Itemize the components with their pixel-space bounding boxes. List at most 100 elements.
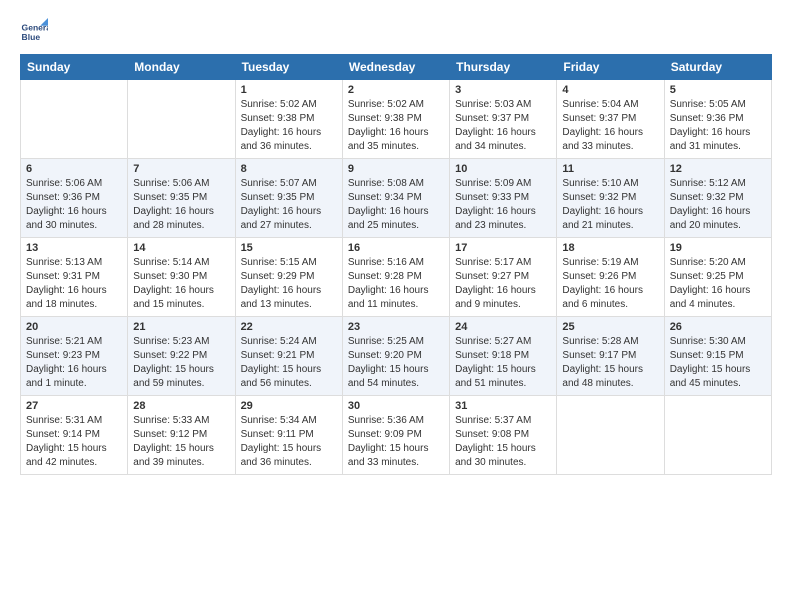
day-info: Sunrise: 5:34 AM Sunset: 9:11 PM Dayligh…: [241, 414, 337, 470]
day-number: 20: [26, 321, 122, 333]
week-row-4: 20 Sunrise: 5:21 AM Sunset: 9:23 PM Dayli…: [21, 317, 772, 396]
day-info: Sunrise: 5:28 AM Sunset: 9:17 PM Dayligh…: [562, 335, 658, 391]
day-info: Sunrise: 5:06 AM Sunset: 9:35 PM Dayligh…: [133, 177, 229, 233]
day-info: Sunrise: 5:03 AM Sunset: 9:37 PM Dayligh…: [455, 98, 551, 154]
col-header-monday: Monday: [128, 55, 235, 80]
day-number: 13: [26, 242, 122, 254]
day-number: 23: [348, 321, 444, 333]
day-info: Sunrise: 5:20 AM Sunset: 9:25 PM Dayligh…: [670, 256, 766, 312]
day-cell-1: 1 Sunrise: 5:02 AM Sunset: 9:38 PM Daylig…: [235, 80, 342, 159]
day-number: 8: [241, 163, 337, 175]
day-number: 28: [133, 400, 229, 412]
week-row-5: 27Sunrise: 5:31 AM Sunset: 9:14 PM Dayli…: [21, 396, 772, 475]
day-number: 11: [562, 163, 658, 175]
day-info: Sunrise: 5:05 AM Sunset: 9:36 PM Dayligh…: [670, 98, 766, 154]
page: General Blue SundayMondayTuesdayWednesda…: [0, 0, 792, 612]
day-cell-3: 3 Sunrise: 5:03 AM Sunset: 9:37 PM Daylig…: [450, 80, 557, 159]
day-number: 18: [562, 242, 658, 254]
day-info: Sunrise: 5:37 AM Sunset: 9:08 PM Dayligh…: [455, 414, 551, 470]
day-info: Sunrise: 5:13 AM Sunset: 9:31 PM Dayligh…: [26, 256, 122, 312]
day-cell-4: 4 Sunrise: 5:04 AM Sunset: 9:37 PM Daylig…: [557, 80, 664, 159]
day-number: 5: [670, 84, 766, 96]
day-number: 16: [348, 242, 444, 254]
day-info: Sunrise: 5:09 AM Sunset: 9:33 PM Dayligh…: [455, 177, 551, 233]
week-row-3: 13 Sunrise: 5:13 AM Sunset: 9:31 PM Dayli…: [21, 238, 772, 317]
day-number: 31: [455, 400, 551, 412]
logo: General Blue: [20, 18, 48, 46]
day-info: Sunrise: 5:27 AM Sunset: 9:18 PM Dayligh…: [455, 335, 551, 391]
day-info: Sunrise: 5:15 AM Sunset: 9:29 PM Dayligh…: [241, 256, 337, 312]
day-number: 30: [348, 400, 444, 412]
day-number: 25: [562, 321, 658, 333]
day-cell-19: 19 Sunrise: 5:20 AM Sunset: 9:25 PM Dayli…: [664, 238, 771, 317]
day-cell-15: 15 Sunrise: 5:15 AM Sunset: 9:29 PM Dayli…: [235, 238, 342, 317]
day-number: 29: [241, 400, 337, 412]
day-number: 4: [562, 84, 658, 96]
day-info: Sunrise: 5:21 AM Sunset: 9:23 PM Dayligh…: [26, 335, 122, 391]
day-info: Sunrise: 5:04 AM Sunset: 9:37 PM Dayligh…: [562, 98, 658, 154]
day-cell-27: 27Sunrise: 5:31 AM Sunset: 9:14 PM Dayli…: [21, 396, 128, 475]
day-cell-28: 28 Sunrise: 5:33 AM Sunset: 9:12 PM Dayli…: [128, 396, 235, 475]
col-header-thursday: Thursday: [450, 55, 557, 80]
col-header-sunday: Sunday: [21, 55, 128, 80]
empty-cell: [21, 80, 128, 159]
day-info: Sunrise: 5:23 AM Sunset: 9:22 PM Dayligh…: [133, 335, 229, 391]
col-header-wednesday: Wednesday: [342, 55, 449, 80]
day-cell-16: 16 Sunrise: 5:16 AM Sunset: 9:28 PM Dayli…: [342, 238, 449, 317]
day-info: Sunrise: 5:36 AM Sunset: 9:09 PM Dayligh…: [348, 414, 444, 470]
day-number: 2: [348, 84, 444, 96]
day-number: 12: [670, 163, 766, 175]
week-row-2: 6Sunrise: 5:06 AM Sunset: 9:36 PM Daylig…: [21, 159, 772, 238]
day-number: 22: [241, 321, 337, 333]
day-info: Sunrise: 5:10 AM Sunset: 9:32 PM Dayligh…: [562, 177, 658, 233]
day-info: Sunrise: 5:06 AM Sunset: 9:36 PM Dayligh…: [26, 177, 122, 233]
day-cell-26: 26Sunrise: 5:30 AM Sunset: 9:15 PM Dayli…: [664, 317, 771, 396]
week-row-1: 1 Sunrise: 5:02 AM Sunset: 9:38 PM Daylig…: [21, 80, 772, 159]
day-number: 7: [133, 163, 229, 175]
day-info: Sunrise: 5:16 AM Sunset: 9:28 PM Dayligh…: [348, 256, 444, 312]
day-cell-12: 12Sunrise: 5:12 AM Sunset: 9:32 PM Dayli…: [664, 159, 771, 238]
col-header-tuesday: Tuesday: [235, 55, 342, 80]
day-info: Sunrise: 5:08 AM Sunset: 9:34 PM Dayligh…: [348, 177, 444, 233]
day-cell-25: 25 Sunrise: 5:28 AM Sunset: 9:17 PM Dayli…: [557, 317, 664, 396]
day-cell-8: 8 Sunrise: 5:07 AM Sunset: 9:35 PM Daylig…: [235, 159, 342, 238]
day-number: 26: [670, 321, 766, 333]
day-cell-13: 13 Sunrise: 5:13 AM Sunset: 9:31 PM Dayli…: [21, 238, 128, 317]
day-cell-5: 5 Sunrise: 5:05 AM Sunset: 9:36 PM Daylig…: [664, 80, 771, 159]
day-info: Sunrise: 5:31 AM Sunset: 9:14 PM Dayligh…: [26, 414, 122, 470]
header-row: SundayMondayTuesdayWednesdayThursdayFrid…: [21, 55, 772, 80]
day-number: 15: [241, 242, 337, 254]
col-header-saturday: Saturday: [664, 55, 771, 80]
day-info: Sunrise: 5:33 AM Sunset: 9:12 PM Dayligh…: [133, 414, 229, 470]
day-number: 10: [455, 163, 551, 175]
day-number: 9: [348, 163, 444, 175]
day-info: Sunrise: 5:25 AM Sunset: 9:20 PM Dayligh…: [348, 335, 444, 391]
day-info: Sunrise: 5:17 AM Sunset: 9:27 PM Dayligh…: [455, 256, 551, 312]
day-cell-24: 24 Sunrise: 5:27 AM Sunset: 9:18 PM Dayli…: [450, 317, 557, 396]
day-cell-9: 9 Sunrise: 5:08 AM Sunset: 9:34 PM Daylig…: [342, 159, 449, 238]
day-number: 1: [241, 84, 337, 96]
day-cell-14: 14Sunrise: 5:14 AM Sunset: 9:30 PM Dayli…: [128, 238, 235, 317]
day-cell-23: 23 Sunrise: 5:25 AM Sunset: 9:20 PM Dayli…: [342, 317, 449, 396]
day-cell-10: 10 Sunrise: 5:09 AM Sunset: 9:33 PM Dayli…: [450, 159, 557, 238]
empty-cell: [557, 396, 664, 475]
day-number: 19: [670, 242, 766, 254]
day-cell-2: 2 Sunrise: 5:02 AM Sunset: 9:38 PM Daylig…: [342, 80, 449, 159]
empty-cell: [128, 80, 235, 159]
day-cell-6: 6Sunrise: 5:06 AM Sunset: 9:36 PM Daylig…: [21, 159, 128, 238]
day-info: Sunrise: 5:07 AM Sunset: 9:35 PM Dayligh…: [241, 177, 337, 233]
day-cell-31: 31 Sunrise: 5:37 AM Sunset: 9:08 PM Dayli…: [450, 396, 557, 475]
logo-icon: General Blue: [20, 18, 48, 46]
svg-text:Blue: Blue: [22, 32, 41, 42]
empty-cell: [664, 396, 771, 475]
day-number: 24: [455, 321, 551, 333]
day-info: Sunrise: 5:24 AM Sunset: 9:21 PM Dayligh…: [241, 335, 337, 391]
day-cell-11: 11 Sunrise: 5:10 AM Sunset: 9:32 PM Dayli…: [557, 159, 664, 238]
day-number: 3: [455, 84, 551, 96]
day-number: 14: [133, 242, 229, 254]
day-cell-20: 20 Sunrise: 5:21 AM Sunset: 9:23 PM Dayli…: [21, 317, 128, 396]
day-cell-30: 30 Sunrise: 5:36 AM Sunset: 9:09 PM Dayli…: [342, 396, 449, 475]
day-number: 17: [455, 242, 551, 254]
day-info: Sunrise: 5:02 AM Sunset: 9:38 PM Dayligh…: [348, 98, 444, 154]
day-info: Sunrise: 5:02 AM Sunset: 9:38 PM Dayligh…: [241, 98, 337, 154]
